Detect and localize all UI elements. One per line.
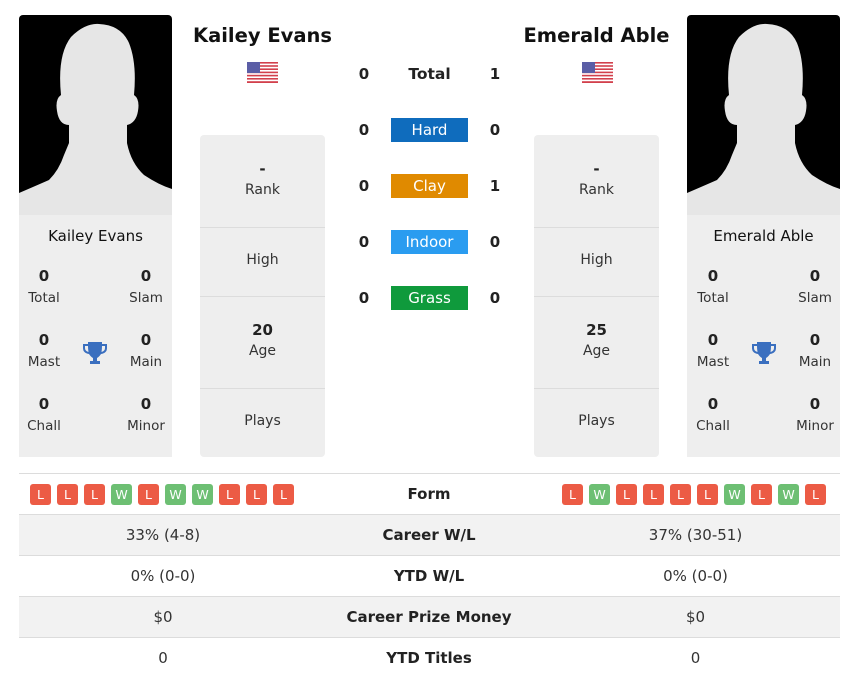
form-badge-loss[interactable]: L bbox=[670, 484, 691, 505]
us-flag-icon bbox=[582, 62, 613, 83]
form-badge-loss[interactable]: L bbox=[57, 484, 78, 505]
h2h-total-p2: 1 bbox=[489, 65, 501, 83]
form-badge-win[interactable]: W bbox=[192, 484, 213, 505]
surface-indoor-label[interactable]: Indoor bbox=[391, 230, 468, 254]
surface-hard-label[interactable]: Hard bbox=[391, 118, 468, 142]
player1-form-badges: LLLWLWWLLL bbox=[30, 484, 294, 505]
player1-card-name: Kailey Evans bbox=[48, 227, 143, 245]
surface-grass-label[interactable]: Grass bbox=[391, 286, 468, 310]
form-badge-win[interactable]: W bbox=[724, 484, 745, 505]
player1-high: High bbox=[200, 228, 325, 297]
player1-career-wl: 33% (4-8) bbox=[125, 526, 201, 544]
player2-main-titles: 0 Main bbox=[798, 331, 832, 370]
h2h-total-label: Total bbox=[408, 65, 451, 83]
silhouette-icon bbox=[687, 23, 840, 215]
player2-slam-titles: 0 Slam bbox=[798, 267, 832, 306]
form-badge-loss[interactable]: L bbox=[84, 484, 105, 505]
player2-form-badges: LWLLLLWLWL bbox=[562, 484, 826, 505]
player1-age: 20 Age bbox=[200, 297, 325, 389]
form-badge-loss[interactable]: L bbox=[697, 484, 718, 505]
silhouette-icon bbox=[19, 23, 172, 215]
player2-plays: Plays bbox=[578, 413, 615, 429]
player1-name-heading[interactable]: Kailey Evans bbox=[180, 24, 345, 47]
ytd-wl-label: YTD W/L bbox=[393, 567, 465, 585]
player1-minor-titles: 0 Minor bbox=[127, 395, 165, 434]
career-wl-label: Career W/L bbox=[382, 526, 476, 544]
form-badge-win[interactable]: W bbox=[165, 484, 186, 505]
player2-career-prize: $0 bbox=[685, 608, 706, 626]
form-row: LLLWLWWLLL Form LWLLLLWLWL bbox=[19, 473, 840, 515]
player2-rank: - Rank bbox=[534, 135, 659, 228]
ytd-wl-row: 0% (0-0) YTD W/L 0% (0-0) bbox=[19, 555, 840, 597]
ytd-titles-row: 0 YTD Titles 0 bbox=[19, 637, 840, 679]
player2-info-box: - Rank High 25 Age Plays bbox=[534, 135, 659, 457]
form-badge-loss[interactable]: L bbox=[30, 484, 51, 505]
form-badge-loss[interactable]: L bbox=[616, 484, 637, 505]
h2h-total-p1: 0 bbox=[358, 65, 370, 83]
player2-ytd-titles: 0 bbox=[690, 649, 701, 667]
player2-name-heading[interactable]: Emerald Able bbox=[514, 24, 679, 47]
player1-mast-titles: 0 Mast bbox=[27, 331, 61, 370]
h2h-clay-p2: 1 bbox=[489, 177, 501, 195]
career-prize-label: Career Prize Money bbox=[346, 608, 512, 626]
h2h-hard-p1: 0 bbox=[358, 121, 370, 139]
player1-career-prize: $0 bbox=[153, 608, 173, 626]
h2h-indoor-p2: 0 bbox=[489, 233, 501, 251]
career-wl-row: 33% (4-8) Career W/L 37% (30-51) bbox=[19, 514, 840, 556]
form-badge-win[interactable]: W bbox=[778, 484, 799, 505]
ytd-titles-label: YTD Titles bbox=[386, 649, 472, 667]
player2-titles-card: Emerald Able 0 Total 0 Slam 0 Mast 0 Mai… bbox=[687, 215, 840, 457]
trophy-icon bbox=[82, 340, 108, 366]
surface-clay-label[interactable]: Clay bbox=[391, 174, 468, 198]
h2h-grass-p1: 0 bbox=[358, 289, 370, 307]
player1-titles-card: Kailey Evans 0 Total 0 Slam 0 Mast 0 Mai… bbox=[19, 215, 172, 457]
form-badge-loss[interactable]: L bbox=[643, 484, 664, 505]
form-badge-loss[interactable]: L bbox=[219, 484, 240, 505]
form-badge-loss[interactable]: L bbox=[751, 484, 772, 505]
player1-chall-titles: 0 Chall bbox=[27, 395, 61, 434]
us-flag-icon bbox=[247, 62, 278, 83]
player2-card-name: Emerald Able bbox=[713, 227, 814, 245]
career-prize-row: $0 Career Prize Money $0 bbox=[19, 596, 840, 638]
player1-slam-titles: 0 Slam bbox=[129, 267, 163, 306]
player1-ytd-titles: 0 bbox=[158, 649, 168, 667]
player2-total-titles: 0 Total bbox=[697, 267, 729, 306]
player1-main-titles: 0 Main bbox=[129, 331, 163, 370]
form-badge-win[interactable]: W bbox=[111, 484, 132, 505]
player2-photo bbox=[687, 15, 840, 215]
h2h-indoor-p1: 0 bbox=[358, 233, 370, 251]
player1-photo bbox=[19, 15, 172, 215]
player2-chall-titles: 0 Chall bbox=[696, 395, 730, 434]
player1-rank: - Rank bbox=[200, 135, 325, 228]
player2-high: High bbox=[534, 228, 659, 297]
form-badge-loss[interactable]: L bbox=[246, 484, 267, 505]
player2-career-wl: 37% (30-51) bbox=[648, 526, 743, 544]
form-badge-loss[interactable]: L bbox=[273, 484, 294, 505]
h2h-grass-p2: 0 bbox=[489, 289, 501, 307]
player2-ytd-wl: 0% (0-0) bbox=[663, 567, 728, 585]
player1-plays: Plays bbox=[244, 413, 281, 429]
form-badge-win[interactable]: W bbox=[589, 484, 610, 505]
player2-mast-titles: 0 Mast bbox=[696, 331, 730, 370]
h2h-hard-p2: 0 bbox=[489, 121, 501, 139]
player2-minor-titles: 0 Minor bbox=[796, 395, 834, 434]
h2h-clay-p1: 0 bbox=[358, 177, 370, 195]
player1-ytd-wl: 0% (0-0) bbox=[130, 567, 196, 585]
trophy-icon bbox=[751, 340, 777, 366]
player2-age: 25 Age bbox=[534, 297, 659, 389]
form-badge-loss[interactable]: L bbox=[138, 484, 159, 505]
form-label: Form bbox=[407, 485, 451, 503]
player1-total-titles: 0 Total bbox=[28, 267, 60, 306]
player1-info-box: - Rank High 20 Age Plays bbox=[200, 135, 325, 457]
form-badge-loss[interactable]: L bbox=[805, 484, 826, 505]
form-badge-loss[interactable]: L bbox=[562, 484, 583, 505]
